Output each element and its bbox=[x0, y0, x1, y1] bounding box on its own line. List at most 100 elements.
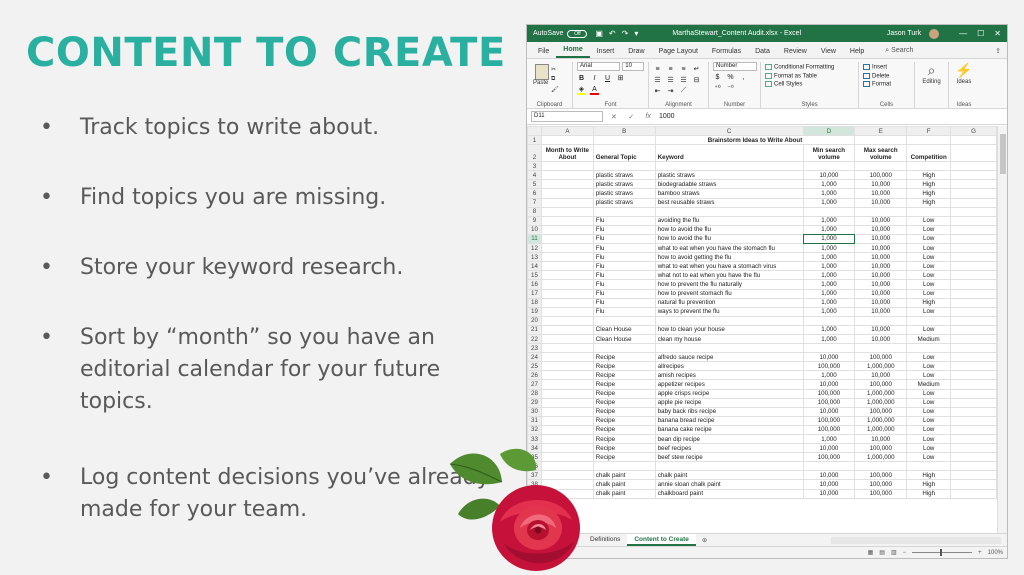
cell[interactable] bbox=[950, 470, 997, 481]
cell[interactable] bbox=[906, 206, 952, 217]
cell[interactable]: amish recipes bbox=[654, 370, 804, 381]
cell[interactable] bbox=[906, 461, 952, 472]
cell[interactable]: 10,000 bbox=[854, 215, 908, 226]
column-header[interactable]: D bbox=[802, 126, 856, 137]
cell[interactable]: 1,000 bbox=[802, 433, 856, 445]
cell[interactable]: Flu bbox=[592, 306, 656, 317]
font-color-icon[interactable]: A bbox=[590, 86, 599, 95]
italic-icon[interactable]: I bbox=[590, 75, 599, 82]
cell[interactable]: Flu bbox=[592, 261, 656, 272]
cell[interactable] bbox=[906, 161, 952, 172]
row-header[interactable]: 23 bbox=[527, 343, 542, 354]
cell[interactable] bbox=[540, 279, 594, 290]
cell[interactable]: Recipe bbox=[592, 415, 656, 426]
cell[interactable]: 10,000 bbox=[854, 252, 908, 263]
cell[interactable] bbox=[654, 206, 804, 217]
cell[interactable] bbox=[950, 361, 997, 372]
cell[interactable]: 10,000 bbox=[802, 406, 856, 417]
row-header[interactable]: 25 bbox=[527, 361, 542, 372]
row-header[interactable]: 20 bbox=[527, 315, 542, 326]
row-header[interactable]: 6 bbox=[527, 188, 542, 199]
cell[interactable]: 10,000 bbox=[802, 479, 856, 490]
align-left-icon[interactable]: ☰ bbox=[653, 76, 662, 84]
cell[interactable] bbox=[540, 270, 594, 281]
borders-icon[interactable]: ⊞ bbox=[616, 74, 625, 82]
cell[interactable] bbox=[540, 243, 594, 254]
tab-view[interactable]: View bbox=[814, 48, 843, 58]
cell[interactable] bbox=[906, 343, 952, 354]
cell[interactable] bbox=[950, 161, 997, 172]
cell[interactable]: Flu bbox=[592, 224, 656, 235]
cell[interactable]: chalkboard paint bbox=[654, 488, 804, 499]
cell[interactable]: 10,000 bbox=[854, 270, 908, 281]
cell[interactable] bbox=[950, 306, 997, 317]
orientation-icon[interactable]: ⟋ bbox=[679, 87, 688, 95]
cell[interactable]: Low bbox=[906, 443, 952, 454]
cell[interactable] bbox=[540, 424, 594, 436]
cell[interactable]: 10,000 bbox=[854, 243, 908, 254]
user-name[interactable]: Jason Turk bbox=[887, 30, 921, 37]
tab-draw[interactable]: Draw bbox=[621, 48, 651, 58]
underline-icon[interactable]: U bbox=[603, 75, 612, 82]
cell[interactable] bbox=[854, 161, 908, 172]
normal-view-icon[interactable]: ▦ bbox=[868, 549, 874, 556]
row-header[interactable]: 15 bbox=[527, 270, 542, 281]
cell[interactable]: 100,000 bbox=[854, 488, 908, 499]
row-header[interactable]: 28 bbox=[527, 388, 542, 399]
vertical-scrollbar[interactable] bbox=[997, 126, 1007, 533]
cell[interactable]: Recipe bbox=[592, 452, 656, 463]
decrease-decimal-icon[interactable]: ⁻⁰ bbox=[726, 84, 735, 92]
tab-page-layout[interactable]: Page Layout bbox=[652, 48, 705, 58]
cell[interactable]: Low bbox=[906, 288, 952, 299]
cell[interactable]: what to eat when you have the stomach fl… bbox=[654, 243, 804, 254]
cell[interactable]: 100,000 bbox=[854, 352, 908, 363]
tab-help[interactable]: Help bbox=[843, 48, 871, 58]
cell[interactable]: Flu bbox=[592, 279, 656, 290]
cell[interactable] bbox=[540, 315, 594, 326]
cell[interactable]: annie sloan chalk paint bbox=[654, 479, 804, 490]
cell[interactable] bbox=[540, 361, 594, 372]
header-cell[interactable]: Month to Write About bbox=[540, 144, 594, 163]
cell[interactable] bbox=[540, 379, 594, 390]
cell[interactable]: 1,000 bbox=[802, 279, 856, 290]
cell[interactable]: High bbox=[906, 170, 952, 181]
cell[interactable]: 1,000 bbox=[802, 252, 856, 263]
cell[interactable]: Low bbox=[906, 243, 952, 254]
row-header[interactable]: 8 bbox=[527, 206, 542, 217]
cell[interactable]: Low bbox=[906, 252, 952, 263]
cell[interactable]: Low bbox=[906, 415, 952, 426]
cell[interactable]: 10,000 bbox=[854, 233, 908, 245]
row-header[interactable]: 21 bbox=[527, 324, 542, 335]
header-cell[interactable]: Keyword bbox=[654, 144, 804, 163]
cell[interactable] bbox=[654, 161, 804, 172]
cell[interactable] bbox=[950, 315, 997, 326]
cell[interactable]: Low bbox=[906, 233, 952, 245]
cell[interactable]: natural flu prevention bbox=[654, 297, 804, 308]
cell[interactable] bbox=[950, 333, 997, 345]
cell[interactable]: Recipe bbox=[592, 388, 656, 399]
cell[interactable]: 10,000 bbox=[854, 306, 908, 317]
cell[interactable] bbox=[540, 161, 594, 172]
row-header[interactable]: 7 bbox=[527, 197, 542, 208]
cell[interactable] bbox=[950, 406, 997, 417]
cell[interactable] bbox=[950, 388, 997, 399]
page-layout-view-icon[interactable]: ▤ bbox=[879, 549, 885, 556]
cell[interactable] bbox=[950, 144, 997, 163]
cell[interactable]: apple pie recipe bbox=[654, 397, 804, 408]
cell[interactable]: beef stew recipe bbox=[654, 452, 804, 463]
cell[interactable]: bean dip recipe bbox=[654, 433, 804, 445]
cell[interactable]: 100,000 bbox=[802, 424, 856, 436]
cell[interactable]: allrecipes bbox=[654, 361, 804, 372]
cell[interactable]: avoiding the flu bbox=[654, 215, 804, 226]
row-header[interactable]: 31 bbox=[527, 415, 542, 426]
cell[interactable]: 1,000 bbox=[802, 197, 856, 208]
copy-icon[interactable]: ⧉ bbox=[551, 76, 555, 83]
percent-icon[interactable]: % bbox=[726, 74, 735, 81]
cell[interactable] bbox=[950, 461, 997, 472]
cell[interactable]: 1,000 bbox=[802, 179, 856, 190]
cell[interactable]: beef recipes bbox=[654, 443, 804, 454]
cell[interactable]: Low bbox=[906, 388, 952, 399]
cell[interactable]: 1,000,000 bbox=[854, 361, 908, 372]
cell[interactable]: 1,000 bbox=[802, 215, 856, 226]
cell[interactable]: Recipe bbox=[592, 433, 656, 445]
